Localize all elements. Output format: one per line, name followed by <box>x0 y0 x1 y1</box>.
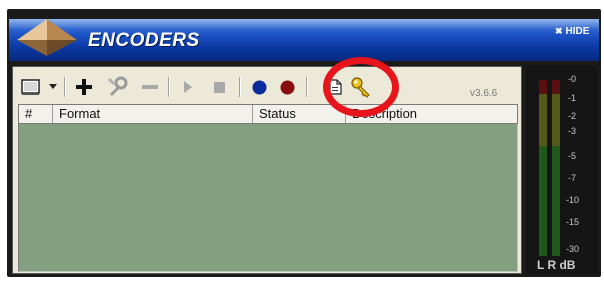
remove-icon[interactable] <box>138 70 162 104</box>
right-level-meter <box>552 80 560 256</box>
encoder-menu-icon[interactable] <box>18 70 44 104</box>
toolbar-separator <box>306 77 308 97</box>
meter-scale-label: -3 <box>568 126 577 136</box>
settings-tools-icon[interactable] <box>104 70 130 104</box>
meter-channel-labels: L R dB <box>537 258 576 272</box>
window-title: ENCODERS <box>88 30 200 51</box>
encoder-list[interactable] <box>18 124 518 272</box>
column-header-status[interactable]: Status <box>253 105 346 123</box>
meter-scale-label: -7 <box>568 173 577 183</box>
stop-icon[interactable] <box>208 70 230 104</box>
meter-scale-label: -5 <box>568 151 577 161</box>
left-level-meter <box>539 80 547 256</box>
hide-label: HIDE <box>565 25 590 37</box>
toolbar-separator <box>64 77 66 97</box>
meter-scale-label: -30 <box>566 244 580 254</box>
red-record-icon[interactable] <box>276 70 298 104</box>
column-header-format[interactable]: Format <box>53 105 253 123</box>
toolbar <box>12 70 520 104</box>
toolbar-separator <box>239 77 241 97</box>
add-icon[interactable] <box>72 70 96 104</box>
toolbar-separator <box>168 77 170 97</box>
meter-scale-label: -2 <box>568 111 577 121</box>
meter-scale-label: -1 <box>568 93 577 103</box>
highlight-circle <box>323 57 399 117</box>
meter-scale-label: -0 <box>568 74 577 84</box>
pyramid-logo-icon <box>17 19 77 56</box>
meter-scale-label: -15 <box>566 217 580 227</box>
version-label: v3.6.6 <box>470 88 498 99</box>
meter-scale-label: -10 <box>566 195 580 205</box>
play-icon[interactable] <box>178 70 198 104</box>
pin-icon: ✖ <box>555 25 563 36</box>
level-meter-panel <box>526 66 598 274</box>
column-header-number[interactable]: # <box>19 105 53 123</box>
blue-record-icon[interactable] <box>248 70 270 104</box>
hide-button[interactable]: ✖ HIDE <box>555 24 589 38</box>
encoder-table-header: # Format Status Description <box>18 104 518 124</box>
dropdown-arrow-icon[interactable] <box>46 70 60 104</box>
